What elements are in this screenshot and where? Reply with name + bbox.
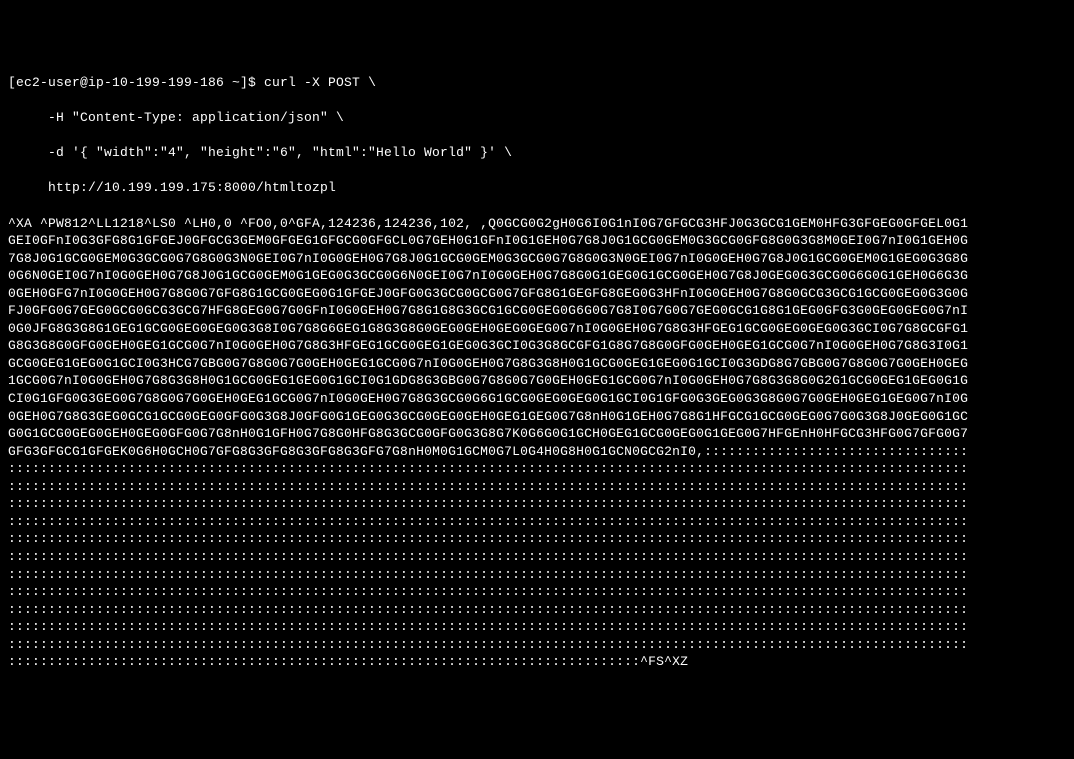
- output-line: FJ0GFG0G7GEG0GCG0GCG3GCG7HFG8GEG0G7G0GFn…: [8, 302, 1066, 320]
- command-output: ^XA ^PW812^LL1218^LS0 ^LH0,0 ^FO0,0^GFA,…: [8, 215, 1066, 671]
- cmd-text-1: curl -X POST \: [264, 75, 376, 90]
- output-line: ::::::::::::::::::::::::::::::::::::::::…: [8, 618, 1066, 636]
- output-line: GEI0GFnI0G3GFG8G1GFGEJ0GFGCG3GEM0GFGEG1G…: [8, 232, 1066, 250]
- output-line: ^XA ^PW812^LL1218^LS0 ^LH0,0 ^FO0,0^GFA,…: [8, 215, 1066, 233]
- command-line-3: -d '{ "width":"4", "height":"6", "html":…: [8, 144, 1066, 162]
- command-line-2: -H "Content-Type: application/json" \: [8, 109, 1066, 127]
- output-line: 0GEH0GFG7nI0G0GEH0G7G8G0G7GFG8G1GCG0GEG0…: [8, 285, 1066, 303]
- output-line: 0GEH0G7G8G3GEG0GCG1GCG0GEG0GFG0G3G8J0GFG…: [8, 408, 1066, 426]
- output-line: GCG0GEG1GEG0G1GCI0G3HCG7GBG0G7G8G0G7G0GE…: [8, 355, 1066, 373]
- output-line: CI0G1GFG0G3GEG0G7G8G0G7G0GEH0GEG1GCG0G7n…: [8, 390, 1066, 408]
- output-line: ::::::::::::::::::::::::::::::::::::::::…: [8, 460, 1066, 478]
- output-line: 0G6N0GEI0G7nI0G0GEH0G7G8J0G1GCG0GEM0G1GE…: [8, 267, 1066, 285]
- output-line: ::::::::::::::::::::::::::::::::::::::::…: [8, 513, 1066, 531]
- output-line: 1GCG0G7nI0G0GEH0G7G8G3G8H0G1GCG0GEG1GEG0…: [8, 372, 1066, 390]
- output-line: ::::::::::::::::::::::::::::::::::::::::…: [8, 636, 1066, 654]
- output-line: ::::::::::::::::::::::::::::::::::::::::…: [8, 601, 1066, 619]
- output-line: 7G8J0G1GCG0GEM0G3GCG0G7G8G0G3N0GEI0G7nI0…: [8, 250, 1066, 268]
- output-line: 0G0JFG8G3G8G1GEG1GCG0GEG0GEG0G3G8I0G7G8G…: [8, 320, 1066, 338]
- output-line: ::::::::::::::::::::::::::::::::::::::::…: [8, 548, 1066, 566]
- output-line: ::::::::::::::::::::::::::::::::::::::::…: [8, 653, 1066, 671]
- command-line-4: http://10.199.199.175:8000/htmltozpl: [8, 179, 1066, 197]
- output-line: ::::::::::::::::::::::::::::::::::::::::…: [8, 566, 1066, 584]
- output-line: ::::::::::::::::::::::::::::::::::::::::…: [8, 583, 1066, 601]
- output-line: G0G1GCG0GEG0GEH0GEG0GFG0G7G8nH0G1GFH0G7G…: [8, 425, 1066, 443]
- output-line: ::::::::::::::::::::::::::::::::::::::::…: [8, 478, 1066, 496]
- output-line: GFG3GFGCG1GFGEK0G6H0GCH0G7GFG8G3GFG8G3GF…: [8, 443, 1066, 461]
- shell-prompt: [ec2-user@ip-10-199-199-186 ~]$: [8, 75, 264, 90]
- output-line: G8G3G8G0GFG0GEH0GEG1GCG0G7nI0G0GEH0G7G8G…: [8, 337, 1066, 355]
- output-line: ::::::::::::::::::::::::::::::::::::::::…: [8, 495, 1066, 513]
- output-line: ::::::::::::::::::::::::::::::::::::::::…: [8, 530, 1066, 548]
- command-line-1: [ec2-user@ip-10-199-199-186 ~]$ curl -X …: [8, 74, 1066, 92]
